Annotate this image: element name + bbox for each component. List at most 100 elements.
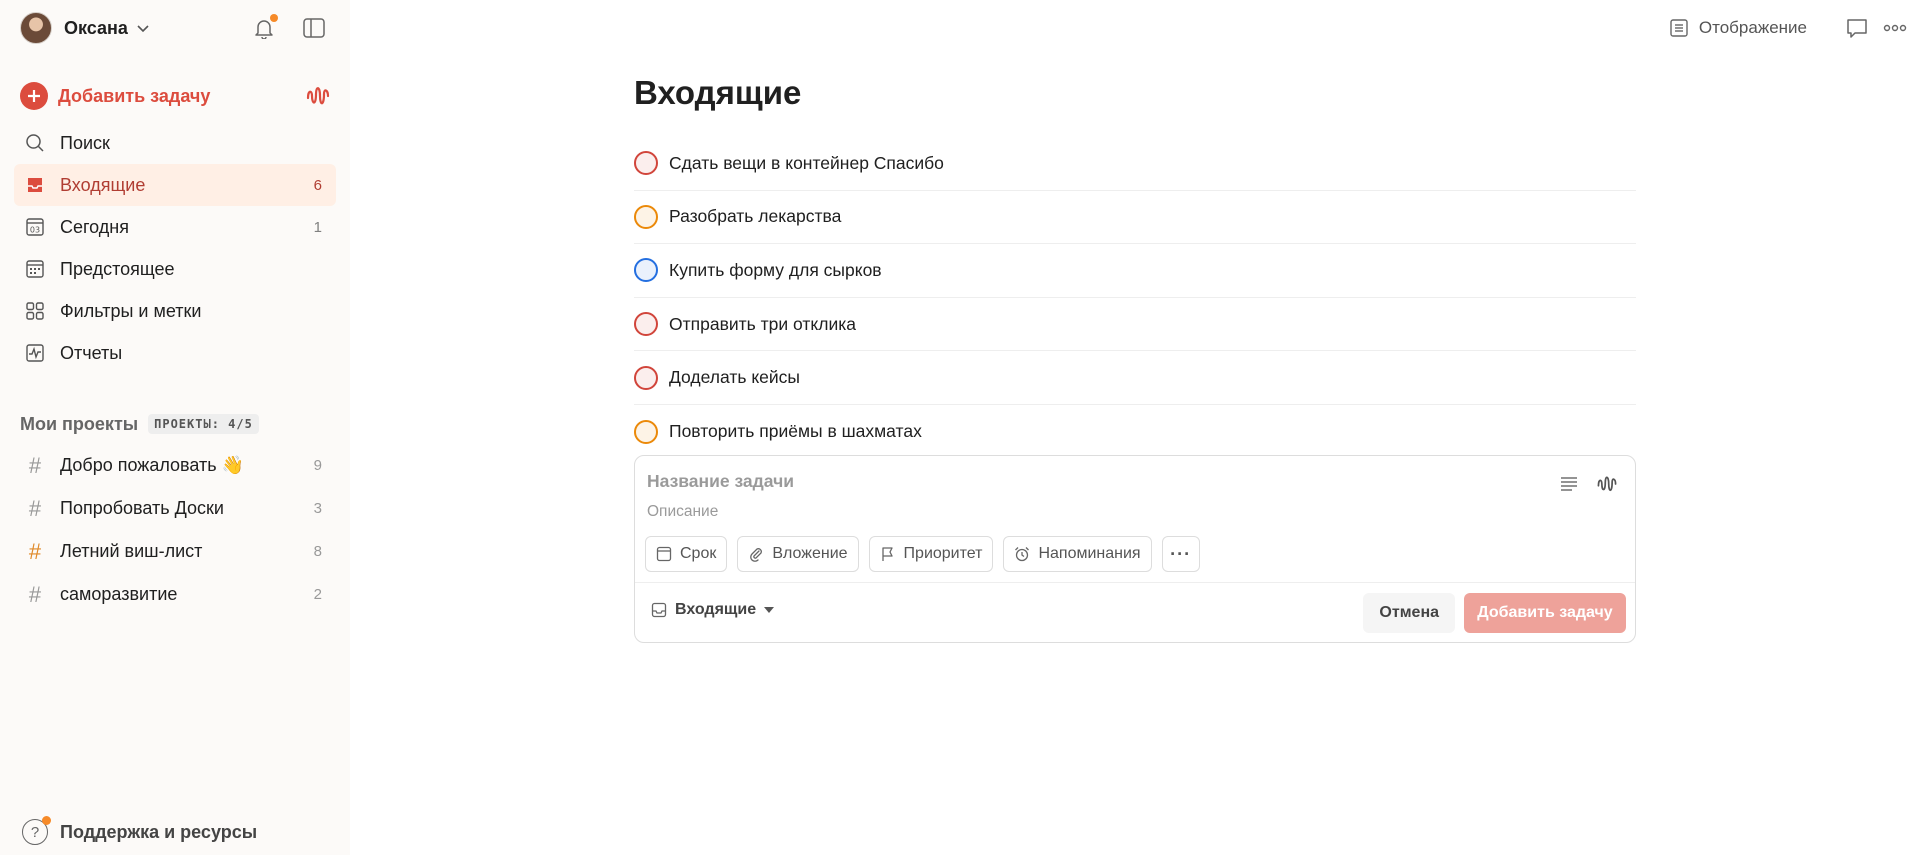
reminders-chip[interactable]: Напоминания	[1003, 536, 1152, 572]
task-row[interactable]: Отправить три отклика	[634, 298, 1636, 352]
task-checkbox[interactable]	[634, 151, 658, 176]
task-options-chips: Срок Вложение Приоритет Напоминания ···	[645, 536, 1210, 572]
flag-icon	[881, 547, 893, 561]
help-resources-label: Поддержка и ресурсы	[60, 821, 258, 842]
page-title: Входящие	[634, 74, 802, 111]
task-checkbox[interactable]	[634, 312, 658, 337]
voice-input-button[interactable]	[1593, 470, 1621, 498]
paperclip-icon	[750, 548, 763, 562]
add-task-button[interactable]: Добавить задачу	[20, 80, 332, 112]
task-title: Доделать кейсы	[669, 367, 801, 388]
due-date-chip[interactable]: Срок	[645, 536, 728, 572]
attachment-label: Вложение	[772, 545, 848, 562]
hash-icon: #	[28, 495, 42, 521]
project-item-welcome[interactable]: # Добро пожаловать 👋 9	[14, 444, 336, 487]
more-options-button[interactable]: ···	[1161, 536, 1200, 572]
hash-icon: #	[28, 538, 42, 564]
ramble-voice-icon	[1597, 476, 1617, 492]
notification-dot	[42, 816, 51, 825]
nav-item-label: Предстоящее	[60, 258, 175, 279]
chevron-down-icon	[137, 25, 149, 33]
project-label: Попробовать Доски	[60, 498, 224, 518]
task-row[interactable]: Разобрать лекарства	[634, 191, 1636, 245]
more-actions-button[interactable]	[1881, 14, 1909, 42]
inbox-icon	[651, 602, 667, 618]
project-label: Летний виш-лист	[60, 541, 203, 561]
comment-icon	[1847, 19, 1867, 38]
nav-item-count: 1	[313, 218, 322, 236]
comments-button[interactable]	[1843, 14, 1871, 42]
ramble-voice-icon[interactable]	[304, 82, 332, 110]
cancel-button[interactable]: Отмена	[1363, 593, 1455, 633]
task-checkbox[interactable]	[634, 258, 658, 283]
project-item-try-boards[interactable]: # Попробовать Доски 3	[14, 487, 336, 530]
calendar-grid-icon	[24, 258, 46, 280]
nav-item-label: Сегодня	[60, 216, 129, 237]
nav-item-label: Входящие	[60, 174, 146, 195]
nav-item-label: Фильтры и метки	[60, 300, 202, 321]
nav-item-label: Отчеты	[60, 342, 123, 363]
user-name: Оксана	[64, 17, 128, 38]
task-row[interactable]: Сдать вещи в контейнер Спасибо	[634, 137, 1636, 191]
view-options-label: Отображение	[1698, 18, 1807, 37]
project-label: Добро пожаловать 👋	[60, 455, 245, 475]
quick-add-task-editor: Название задачи Описание Срок Вложение П…	[634, 455, 1636, 643]
project-label: саморазвитие	[60, 584, 178, 604]
more-horizontal-icon	[1883, 24, 1907, 32]
more-horizontal-icon: ···	[1170, 543, 1192, 564]
search-icon	[24, 132, 46, 154]
task-name-input[interactable]: Название задачи	[647, 471, 794, 492]
project-item-summer-wishlist[interactable]: # Летний виш-лист 8	[14, 530, 336, 573]
caret-down-icon	[764, 607, 775, 613]
template-button[interactable]	[1555, 470, 1583, 498]
calendar-today-icon: 03	[24, 216, 46, 238]
nav-item-today[interactable]: 03 Сегодня 1	[14, 206, 336, 248]
nav-item-inbox[interactable]: Входящие 6	[14, 164, 336, 206]
nav-item-filters-labels[interactable]: Фильтры и метки	[14, 290, 336, 332]
nav-item-upcoming[interactable]: Предстоящее	[14, 248, 336, 290]
project-selector-label: Входящие	[675, 601, 757, 618]
task-row[interactable]: Доделать кейсы	[634, 351, 1636, 405]
toggle-sidebar-button[interactable]	[300, 14, 328, 42]
sidebar: Оксана Добавить задачу Поиск Входящие 6 …	[0, 0, 350, 855]
hash-icon: #	[28, 452, 42, 478]
project-count: 9	[313, 457, 322, 474]
text-lines-icon	[1561, 477, 1577, 491]
task-title: Разобрать лекарства	[669, 206, 842, 227]
task-checkbox[interactable]	[634, 204, 658, 229]
task-checkbox[interactable]	[634, 419, 658, 444]
task-checkbox[interactable]	[634, 365, 658, 390]
priority-chip[interactable]: Приоритет	[868, 536, 994, 572]
task-description-input[interactable]: Описание	[647, 503, 718, 521]
task-row[interactable]: Повторить приёмы в шахматах	[634, 405, 1636, 459]
calendar-day-number: 03	[30, 226, 40, 235]
reminders-label: Напоминания	[1038, 545, 1141, 562]
projects-limit-badge: ПРОЕКТЫ: 4/5	[148, 414, 259, 434]
projects-list: # Добро пожаловать 👋 9 # Попробовать Дос…	[14, 444, 336, 616]
task-list: Сдать вещи в контейнер Спасибо Разобрать…	[634, 137, 1636, 459]
task-row[interactable]: Купить форму для сырков	[634, 244, 1636, 298]
project-count: 2	[313, 586, 322, 603]
help-resources-button[interactable]: ? Поддержка и ресурсы	[22, 816, 258, 846]
projects-header[interactable]: Мои проекты ПРОЕКТЫ: 4/5	[20, 412, 259, 436]
project-item-self-development[interactable]: # саморазвитие 2	[14, 573, 336, 616]
task-title: Повторить приёмы в шахматах	[669, 421, 922, 442]
editor-footer: Входящие Отмена Добавить задачу	[635, 582, 1635, 642]
attachment-chip[interactable]: Вложение	[737, 536, 859, 572]
inbox-icon	[24, 174, 46, 196]
project-selector[interactable]: Входящие	[651, 601, 775, 619]
add-task-submit-button[interactable]: Добавить задачу	[1464, 593, 1626, 633]
priority-label: Приоритет	[903, 545, 983, 562]
alarm-clock-icon	[1015, 547, 1030, 562]
nav-item-search[interactable]: Поиск	[14, 122, 336, 164]
user-menu[interactable]: Оксана	[20, 12, 150, 44]
plus-icon	[20, 82, 48, 110]
notification-dot	[270, 14, 278, 22]
nav-item-reports[interactable]: Отчеты	[14, 332, 336, 374]
view-options-button[interactable]: Отображение	[1669, 18, 1807, 38]
task-title: Купить форму для сырков	[669, 259, 882, 280]
main-nav: Поиск Входящие 6 03 Сегодня 1 Предстояще…	[14, 122, 336, 374]
projects-title: Мои проекты	[20, 413, 139, 434]
avatar	[20, 12, 52, 44]
notifications-button[interactable]	[250, 14, 278, 42]
